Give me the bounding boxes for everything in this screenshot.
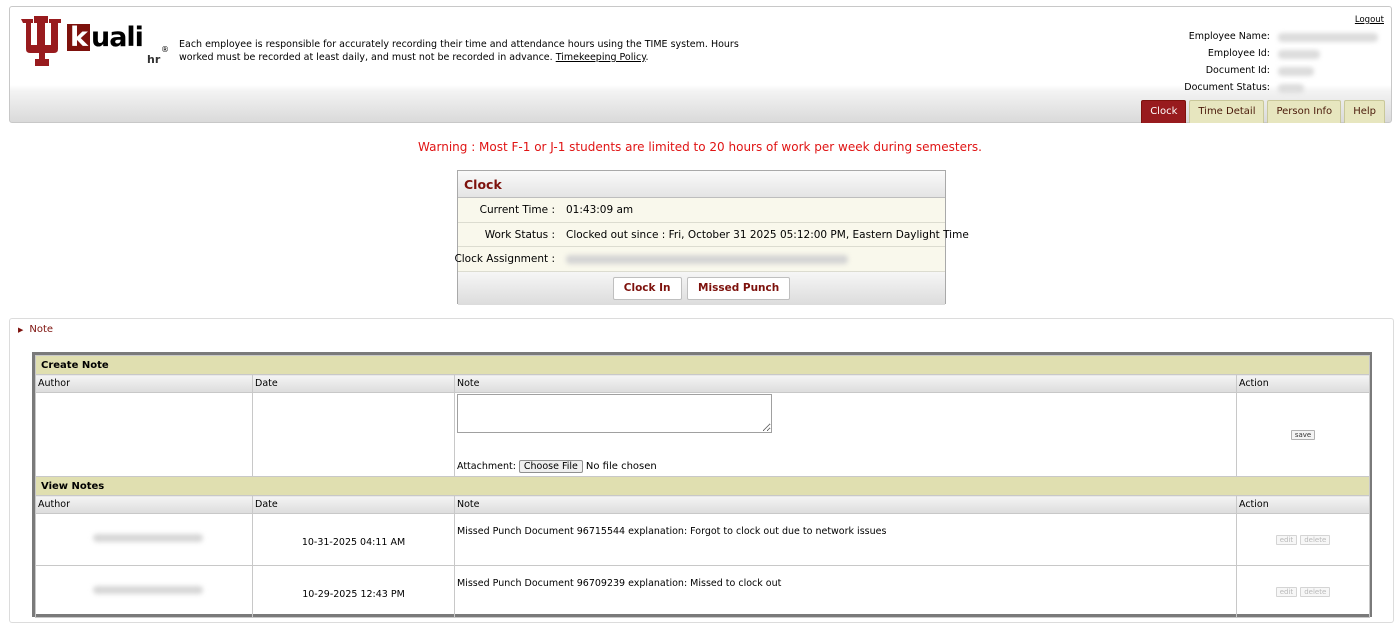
clock-panel: Clock Current Time : 01:43:09 am Work St… — [454, 170, 969, 305]
employee-id-value-redacted — [1278, 50, 1320, 59]
work-status-row: Work Status : Clocked out since : Fri, O… — [458, 222, 969, 247]
note-section-label: Note — [29, 324, 54, 335]
iu-trident-icon — [21, 16, 61, 66]
document-status-label: Document Status: — [1184, 82, 1270, 93]
attachment-line: Attachment: Choose File No file chosen — [457, 460, 657, 473]
author-redacted — [93, 534, 203, 542]
create-note-cell: Attachment: Choose File No file chosen — [454, 392, 1237, 477]
col-date: Date — [252, 495, 455, 514]
col-author: Author — [35, 495, 253, 514]
timekeeping-policy-link[interactable]: Timekeeping Policy — [556, 52, 646, 63]
tab-time-detail[interactable]: Time Detail — [1189, 100, 1265, 123]
logo-wordmark: k uali — [67, 24, 144, 51]
col-author: Author — [35, 374, 253, 393]
clock-assignment-row: Clock Assignment : — [454, 247, 945, 272]
note-section: ▶ Note Create Note Author Date Note Actio… — [9, 318, 1394, 623]
create-note-band: Create Note — [34, 355, 1371, 375]
timekeeping-notice: Each employee is responsible for accurat… — [179, 38, 739, 64]
note-text-cell: Missed Punch Document 96715544 explanati… — [454, 513, 1237, 566]
create-date-cell — [252, 392, 455, 477]
caret-right-icon: ▶ — [18, 326, 24, 334]
col-note: Note — [454, 374, 1237, 393]
clock-in-button[interactable]: Clock In — [612, 276, 682, 300]
employee-name-label: Employee Name: — [1188, 31, 1270, 42]
table-row: 10-31-2025 04:11 AM Missed Punch Documen… — [35, 513, 1371, 566]
note-author-cell — [35, 513, 253, 566]
choose-file-button[interactable]: Choose File — [518, 460, 583, 473]
edit-note-button[interactable]: edit — [1275, 587, 1298, 597]
work-status-value: Clocked out since : Fri, October 31 2025… — [566, 228, 969, 241]
note-date-cell: 10-31-2025 04:11 AM — [252, 513, 455, 566]
work-hours-warning: Warning : Most F-1 or J-1 students are l… — [418, 140, 982, 154]
col-date: Date — [252, 374, 455, 393]
notes-table: Create Note Author Date Note Action Atta… — [34, 355, 1371, 618]
main-tabs: Clock Time Detail Person Info Help — [1141, 100, 1385, 123]
employee-name-value-redacted — [1278, 33, 1378, 42]
note-section-toggle[interactable]: ▶ Note — [18, 324, 53, 335]
tab-person-info[interactable]: Person Info — [1267, 100, 1342, 123]
delete-note-button[interactable]: delete — [1300, 587, 1331, 597]
view-notes-band: View Notes — [34, 476, 1371, 496]
work-status-label: Work Status : — [484, 228, 555, 241]
note-textarea[interactable] — [457, 394, 772, 433]
delete-note-button[interactable]: delete — [1300, 535, 1331, 545]
clock-assignment-value-redacted — [566, 255, 848, 264]
note-action-cell: edit delete — [1235, 513, 1371, 566]
save-note-button[interactable]: save — [1290, 430, 1316, 440]
note-date-cell: 10-29-2025 12:43 PM — [252, 565, 455, 618]
tab-clock[interactable]: Clock — [1141, 100, 1187, 123]
note-author-cell — [35, 565, 253, 618]
current-time-value: 01:43:09 am — [566, 204, 634, 216]
col-action: Action — [1235, 495, 1371, 514]
document-status-value-redacted — [1278, 84, 1304, 93]
logout-link[interactable]: Logout — [1355, 15, 1384, 25]
note-action-cell: edit delete — [1235, 565, 1371, 618]
create-action-cell: save — [1235, 392, 1371, 477]
col-action: Action — [1235, 374, 1371, 393]
notice-tail: . — [645, 52, 649, 63]
missed-punch-button[interactable]: Missed Punch — [687, 276, 791, 300]
clock-actions: Clock In Missed Punch — [458, 271, 945, 305]
header: k uali ® hr Each employee is responsible … — [9, 6, 1392, 123]
document-id-label: Document Id: — [1205, 65, 1270, 76]
clock-assignment-label: Clock Assignment : — [454, 253, 555, 265]
current-time-label: Current Time : — [479, 204, 555, 216]
employee-info: Employee Name: Employee Id: Document Id:… — [1184, 29, 1385, 97]
create-note-row: Attachment: Choose File No file chosen sav… — [35, 392, 1371, 477]
note-text-cell: Missed Punch Document 96709239 explanati… — [454, 565, 1237, 618]
current-time-row: Current Time : 01:43:09 am — [458, 198, 945, 223]
registered-mark: ® — [161, 45, 169, 54]
clock-panel-title: Clock — [458, 171, 945, 198]
kuali-hr-logo: k uali ® hr — [19, 15, 169, 67]
document-id-value-redacted — [1278, 67, 1314, 76]
attachment-label: Attachment: — [457, 461, 516, 472]
no-file-chosen: No file chosen — [585, 461, 657, 472]
author-redacted — [93, 586, 203, 594]
notes-table-container: Create Note Author Date Note Action Atta… — [32, 352, 1372, 618]
tab-help[interactable]: Help — [1344, 100, 1385, 123]
employee-id-label: Employee Id: — [1207, 48, 1270, 59]
create-author-cell — [35, 392, 253, 477]
logo-hr: hr — [147, 53, 161, 66]
edit-note-button[interactable]: edit — [1275, 535, 1298, 545]
notice-text: Each employee is responsible for accurat… — [179, 39, 739, 63]
col-note: Note — [454, 495, 1237, 514]
table-row: 10-29-2025 12:43 PM Missed Punch Documen… — [35, 565, 1371, 618]
